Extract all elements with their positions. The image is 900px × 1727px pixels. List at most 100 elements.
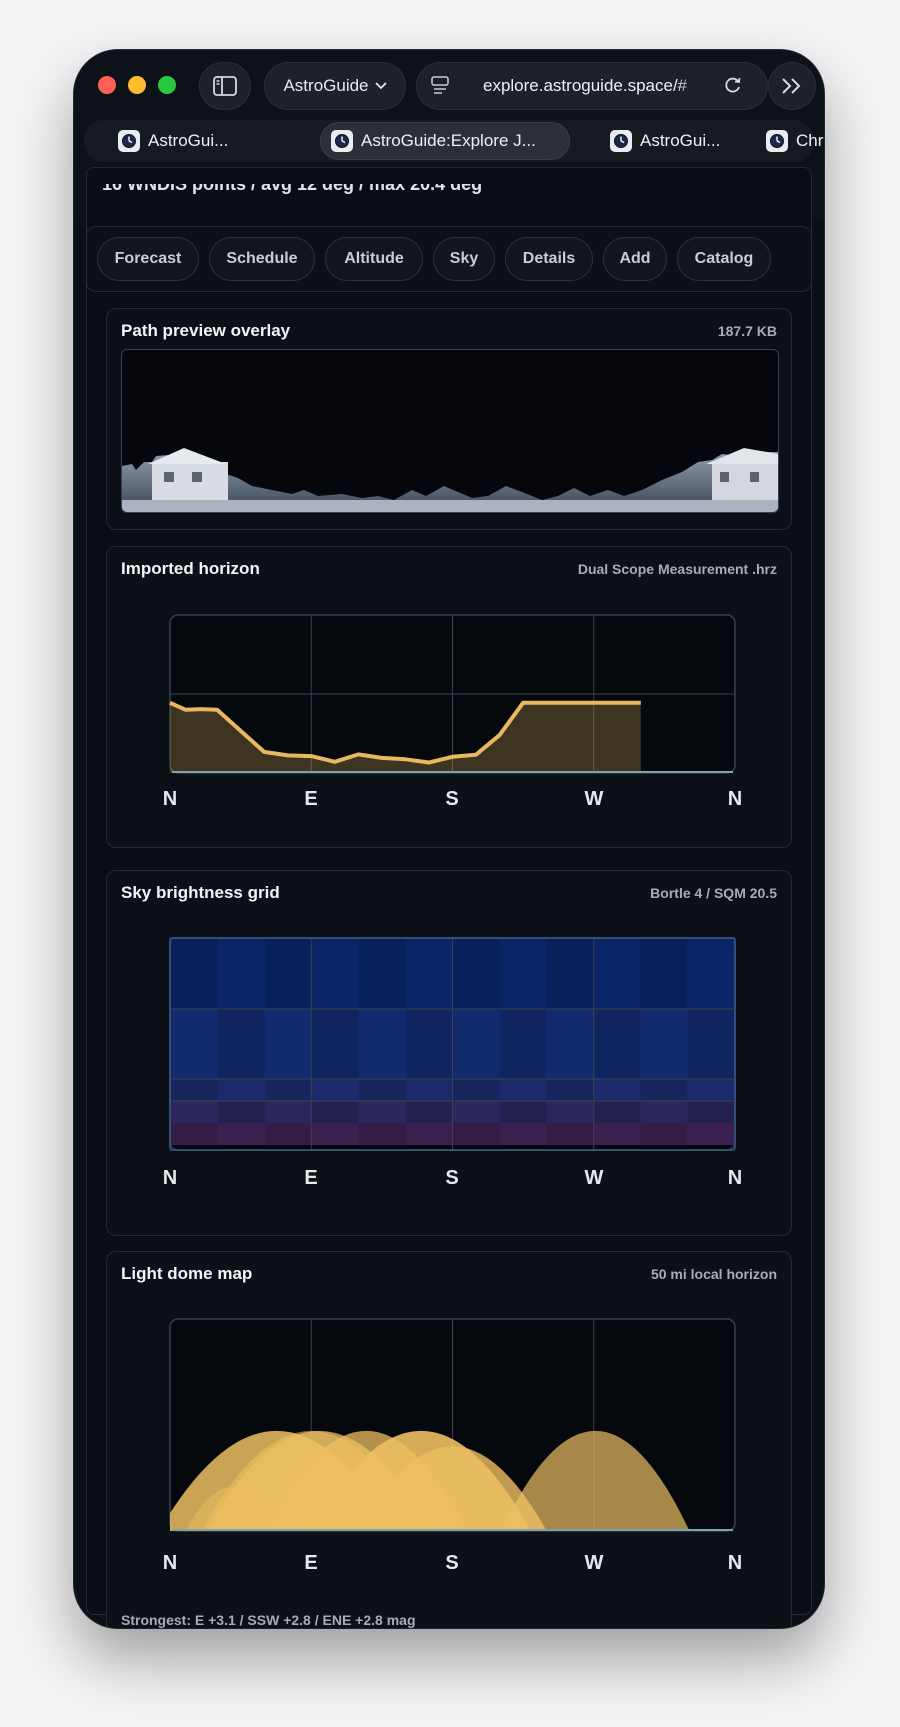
sidebar-icon (213, 76, 237, 96)
heatmap-cell (171, 1079, 219, 1101)
heatmap-cell (264, 1079, 313, 1101)
compass-label-n: N (162, 1167, 178, 1189)
heatmap-cell (311, 1123, 360, 1145)
horizon-photo-strip (122, 448, 778, 512)
heatmap-cell (593, 1079, 641, 1101)
heatmap-cell (687, 1101, 735, 1123)
light-dome-card: Light dome map 50 mi local horizon N E S… (106, 1251, 792, 1628)
heatmap-cell (640, 939, 688, 1009)
imported-horizon-card: Imported horizon Dual Scope Measurement … (106, 546, 792, 848)
horizon-preview-image (121, 349, 779, 513)
heatmap-cell (546, 1101, 594, 1123)
heatmap-cell (452, 1123, 500, 1145)
compass-label-s: S (445, 1552, 459, 1574)
heatmap-cell (593, 1101, 641, 1123)
heatmap-cell (640, 1101, 688, 1123)
heatmap-cell (405, 1009, 453, 1079)
heatmap-cell (687, 1009, 735, 1079)
zoom-window-button[interactable] (158, 76, 176, 94)
heatmap-cell (499, 1101, 547, 1123)
heatmap-cell (405, 939, 453, 1009)
sky-brightness-card: Sky brightness grid Bortle 4 / SQM 20.5 … (106, 870, 792, 1236)
astroguide-favicon-icon (610, 130, 632, 152)
tab-astroguide-3[interactable]: AstroGui... (610, 122, 720, 160)
tab-bar: AstroGui... AstroGuide:Explore J... Astr… (84, 120, 824, 162)
compass-label-w: W (584, 788, 604, 810)
page-content: 16 WNDIS points / avg 12 deg / max 20.4 … (74, 162, 824, 1628)
chevron-down-icon (374, 82, 387, 90)
heatmap-cell (171, 939, 219, 1009)
minimize-window-button[interactable] (128, 76, 146, 94)
close-window-button[interactable] (98, 76, 116, 94)
heatmap-cell (640, 1009, 688, 1079)
compass-label-n: N (727, 1167, 743, 1189)
heatmap-cell (217, 1101, 266, 1123)
heatmap-cell (640, 1123, 688, 1145)
reload-icon[interactable] (723, 75, 743, 95)
heatmap-cell (358, 1079, 407, 1101)
chip-add[interactable]: Add (603, 237, 667, 281)
heatmap-cell (452, 939, 500, 1009)
tab-astroguide-explore[interactable]: AstroGuide:Explore J... (320, 122, 570, 160)
heatmap-cell (358, 1101, 407, 1123)
browser-window: AstroGuide explore.astroguide.space/# As… (74, 50, 824, 1628)
astroguide-favicon-icon (766, 130, 788, 152)
heatmap-cell (499, 939, 547, 1009)
compass-label-e: E (304, 788, 318, 810)
compass-label-w: W (584, 1167, 604, 1189)
astroguide-favicon-icon (118, 130, 140, 152)
heatmap-cell (593, 1009, 641, 1079)
heatmap-cell (171, 1009, 219, 1079)
compass-label-n: N (162, 788, 178, 810)
compass-label-e: E (304, 1167, 318, 1189)
compass-label-e: E (304, 1552, 318, 1574)
heatmap-cell (546, 1123, 594, 1145)
heatmap-cell (452, 1101, 500, 1123)
heatmap-cell (687, 939, 735, 1009)
sidebar-toggle-button[interactable] (199, 62, 251, 110)
heatmap-cell (405, 1123, 453, 1145)
heatmap-cell (687, 1123, 735, 1145)
file-size: 187.7 KB (717, 323, 777, 339)
heatmap-cell (264, 1123, 313, 1145)
address-bar[interactable]: explore.astroguide.space/# (416, 62, 768, 110)
heatmap-cell (499, 1079, 547, 1101)
chip-details[interactable]: Details (505, 237, 593, 281)
heatmap-cell (171, 1123, 219, 1145)
heatmap-cell (358, 939, 407, 1009)
tab-title: AstroGui... (640, 131, 721, 150)
heatmap-cell (171, 1101, 219, 1123)
page-settings-icon[interactable] (431, 76, 449, 96)
compass-label-n: N (727, 788, 743, 810)
heatmap-cell (452, 1079, 500, 1101)
heatmap-cell (311, 1079, 360, 1101)
heatmap-cell (358, 1123, 407, 1145)
compass-label-s: S (445, 788, 459, 810)
chip-sky[interactable]: Sky (433, 237, 495, 281)
app-menu-button[interactable]: AstroGuide (264, 62, 406, 110)
heatmap-cell (687, 1079, 735, 1101)
heatmap-cell (264, 1009, 313, 1079)
more-tabs-button[interactable] (768, 62, 816, 110)
tab-astroguide-1[interactable]: AstroGui... (118, 122, 228, 160)
heatmap-cell (546, 1079, 594, 1101)
heatmap-cell (311, 1009, 360, 1079)
heatmap-cell (217, 1123, 266, 1145)
chip-catalog[interactable]: Catalog (677, 237, 771, 281)
heatmap-cell (593, 1123, 641, 1145)
heatmap-cell (546, 1009, 594, 1079)
tab-title: AstroGui... (148, 131, 229, 150)
chip-schedule[interactable]: Schedule (209, 237, 315, 281)
compass-label-n: N (727, 1552, 743, 1574)
chip-altitude[interactable]: Altitude (325, 237, 423, 281)
heatmap-cell (311, 1101, 360, 1123)
heatmap-cell (217, 939, 266, 1009)
heatmap-cell (452, 1009, 500, 1079)
app-menu-label: AstroGuide (283, 76, 369, 95)
chip-forecast[interactable]: Forecast (97, 237, 199, 281)
dome-layer (170, 1430, 690, 1531)
strongest-domes: Strongest: E +3.1 / SSW +2.8 / ENE +2.8 … (121, 1612, 416, 1628)
tab-chris-ho[interactable]: Chris Ho... (766, 122, 824, 160)
compass-label-n: N (162, 1552, 178, 1574)
card-title: Path preview overlay (121, 321, 291, 340)
